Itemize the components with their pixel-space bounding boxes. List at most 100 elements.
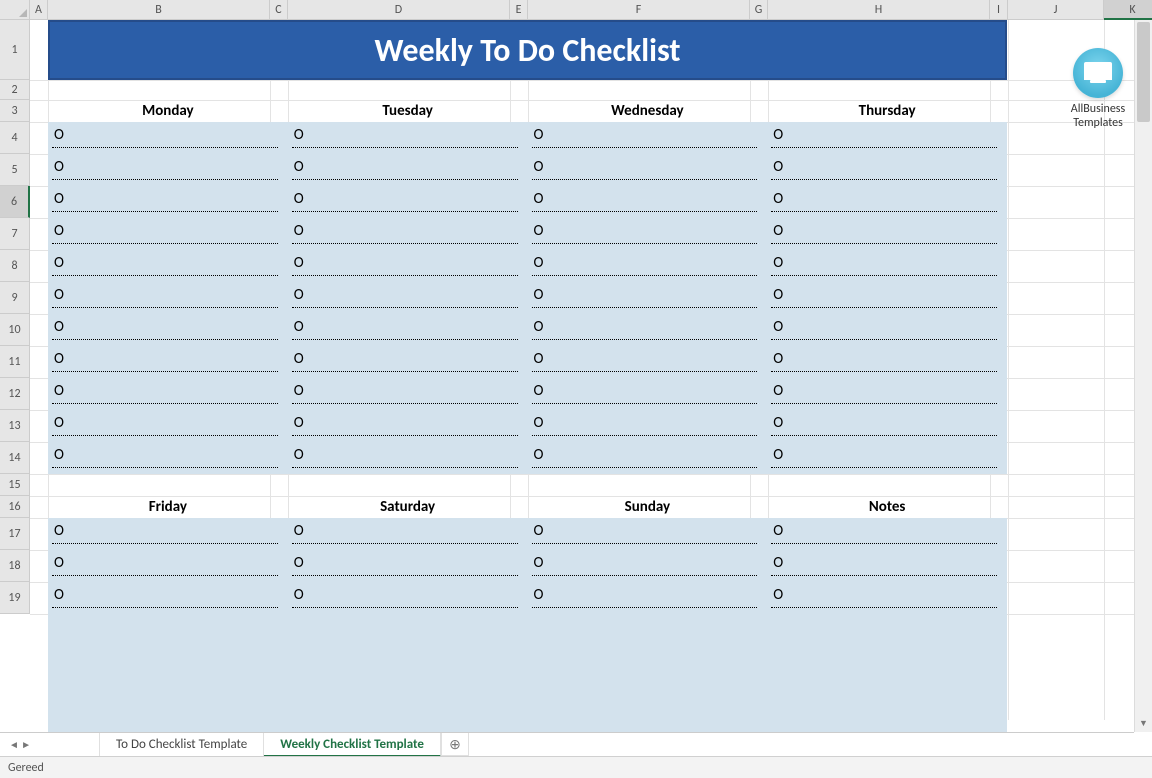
todo-cell[interactable]: O bbox=[528, 282, 768, 314]
todo-cell[interactable]: O bbox=[767, 282, 1007, 314]
bullet-icon: O bbox=[534, 378, 544, 404]
tab-weekly-checklist-template[interactable]: Weekly Checklist Template bbox=[264, 733, 441, 757]
todo-cell[interactable]: O bbox=[767, 346, 1007, 378]
todo-cell[interactable]: O bbox=[48, 346, 288, 378]
column-header-I[interactable]: I bbox=[990, 0, 1008, 20]
todo-cell[interactable]: O bbox=[767, 186, 1007, 218]
todo-cell[interactable]: O bbox=[528, 346, 768, 378]
todo-cell[interactable]: O bbox=[48, 582, 288, 614]
todo-cell[interactable]: O bbox=[528, 314, 768, 346]
todo-cell[interactable]: O bbox=[767, 582, 1007, 614]
todo-cell[interactable]: O bbox=[288, 282, 528, 314]
todo-cell[interactable]: O bbox=[528, 250, 768, 282]
todo-cell[interactable]: O bbox=[528, 550, 768, 582]
column-header-J[interactable]: J bbox=[1008, 0, 1104, 20]
todo-cell[interactable]: O bbox=[288, 250, 528, 282]
todo-cell[interactable]: O bbox=[767, 250, 1007, 282]
row-header-8[interactable]: 8 bbox=[0, 250, 30, 282]
row-header-17[interactable]: 17 bbox=[0, 518, 30, 550]
todo-cell[interactable]: O bbox=[767, 550, 1007, 582]
row-header-12[interactable]: 12 bbox=[0, 378, 30, 410]
todo-cell[interactable]: O bbox=[48, 314, 288, 346]
day-header-wednesday: Wednesday bbox=[528, 100, 768, 122]
row-header-9[interactable]: 9 bbox=[0, 282, 30, 314]
todo-cell[interactable]: O bbox=[288, 410, 528, 442]
row-header-11[interactable]: 11 bbox=[0, 346, 30, 378]
column-header-H[interactable]: H bbox=[768, 0, 990, 20]
column-header-G[interactable]: G bbox=[750, 0, 768, 20]
tab-to-do-checklist-template[interactable]: To Do Checklist Template bbox=[100, 733, 264, 756]
todo-cell[interactable]: O bbox=[528, 154, 768, 186]
todo-cell[interactable]: O bbox=[48, 218, 288, 250]
todo-cell[interactable]: O bbox=[288, 218, 528, 250]
row-header-5[interactable]: 5 bbox=[0, 154, 30, 186]
row-header-15[interactable]: 15 bbox=[0, 474, 30, 496]
todo-cell[interactable]: O bbox=[288, 122, 528, 154]
todo-cell[interactable]: O bbox=[48, 378, 288, 410]
todo-cell[interactable]: O bbox=[288, 314, 528, 346]
bullet-icon: O bbox=[294, 346, 304, 372]
row-header-19[interactable]: 19 bbox=[0, 582, 30, 614]
todo-cell[interactable]: O bbox=[48, 250, 288, 282]
row-header-18[interactable]: 18 bbox=[0, 550, 30, 582]
row-header-3[interactable]: 3 bbox=[0, 100, 30, 122]
todo-cell[interactable]: O bbox=[48, 410, 288, 442]
todo-cell[interactable]: O bbox=[528, 518, 768, 550]
todo-cell[interactable]: O bbox=[48, 550, 288, 582]
row-header-1[interactable]: 1 bbox=[0, 20, 30, 80]
todo-cell[interactable]: O bbox=[767, 154, 1007, 186]
todo-cell[interactable]: O bbox=[528, 442, 768, 474]
todo-cell[interactable]: O bbox=[288, 154, 528, 186]
todo-cell[interactable]: O bbox=[528, 186, 768, 218]
row-header-4[interactable]: 4 bbox=[0, 122, 30, 154]
todo-cell[interactable]: O bbox=[288, 582, 528, 614]
column-header-D[interactable]: D bbox=[288, 0, 510, 20]
todo-cell[interactable]: O bbox=[288, 550, 528, 582]
todo-cell[interactable]: O bbox=[48, 154, 288, 186]
todo-cell[interactable]: O bbox=[528, 410, 768, 442]
row-header-14[interactable]: 14 bbox=[0, 442, 30, 474]
todo-cell[interactable]: O bbox=[767, 442, 1007, 474]
column-header-B[interactable]: B bbox=[48, 0, 270, 20]
todo-cell[interactable]: O bbox=[48, 442, 288, 474]
todo-cell[interactable]: O bbox=[767, 122, 1007, 154]
todo-row-9: OOOO bbox=[48, 282, 1007, 314]
todo-cell[interactable]: O bbox=[767, 518, 1007, 550]
new-sheet-button[interactable]: ⊕ bbox=[441, 733, 469, 756]
vertical-scroll-thumb[interactable] bbox=[1137, 22, 1150, 122]
row-header-10[interactable]: 10 bbox=[0, 314, 30, 346]
column-header-F[interactable]: F bbox=[528, 0, 750, 20]
tab-nav-arrows[interactable]: ◄ ► bbox=[0, 733, 40, 756]
column-header-C[interactable]: C bbox=[270, 0, 288, 20]
row-header-13[interactable]: 13 bbox=[0, 410, 30, 442]
todo-cell[interactable]: O bbox=[288, 186, 528, 218]
todo-cell[interactable]: O bbox=[288, 378, 528, 410]
todo-cell[interactable]: O bbox=[528, 218, 768, 250]
worksheet-grid[interactable]: Weekly To Do Checklist Monday Tuesday We… bbox=[30, 20, 1152, 720]
column-header-A[interactable]: A bbox=[30, 0, 48, 20]
todo-cell[interactable]: O bbox=[767, 378, 1007, 410]
row-header-6[interactable]: 6 bbox=[0, 186, 30, 218]
bullet-icon: O bbox=[294, 218, 304, 244]
todo-cell[interactable]: O bbox=[767, 410, 1007, 442]
todo-cell[interactable]: O bbox=[767, 218, 1007, 250]
todo-cell[interactable]: O bbox=[288, 346, 528, 378]
todo-cell[interactable]: O bbox=[48, 122, 288, 154]
column-header-E[interactable]: E bbox=[510, 0, 528, 20]
todo-cell[interactable]: O bbox=[48, 186, 288, 218]
todo-cell[interactable]: O bbox=[288, 442, 528, 474]
row-header-2[interactable]: 2 bbox=[0, 80, 30, 100]
todo-cell[interactable]: O bbox=[48, 282, 288, 314]
todo-cell[interactable]: O bbox=[767, 314, 1007, 346]
row-header-16[interactable]: 16 bbox=[0, 496, 30, 518]
todo-cell[interactable]: O bbox=[528, 122, 768, 154]
column-header-K[interactable]: K bbox=[1104, 0, 1152, 20]
todo-cell[interactable]: O bbox=[528, 378, 768, 410]
todo-cell[interactable]: O bbox=[528, 582, 768, 614]
select-all-corner[interactable] bbox=[0, 0, 30, 20]
scroll-down-arrow-icon[interactable]: ▼ bbox=[1135, 716, 1152, 732]
vertical-scrollbar[interactable]: ▲ ▼ bbox=[1134, 20, 1152, 732]
row-header-7[interactable]: 7 bbox=[0, 218, 30, 250]
todo-cell[interactable]: O bbox=[288, 518, 528, 550]
todo-cell[interactable]: O bbox=[48, 518, 288, 550]
